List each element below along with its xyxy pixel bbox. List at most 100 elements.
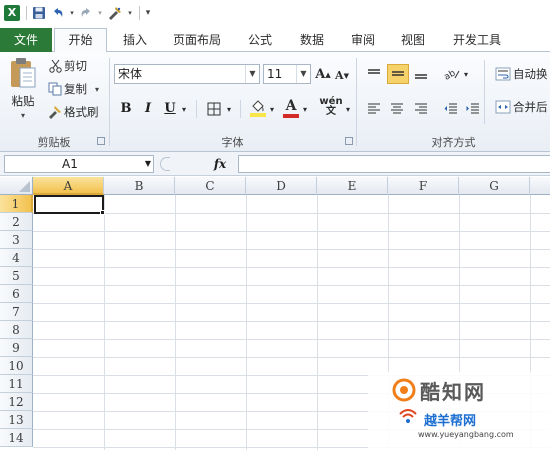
wrap-text-icon[interactable] bbox=[494, 65, 512, 83]
format-painter-icon[interactable] bbox=[106, 3, 124, 23]
wrap-text-button[interactable]: 自动换 bbox=[513, 65, 550, 83]
paste-button[interactable]: 粘贴 bbox=[6, 93, 40, 109]
copy-icon[interactable] bbox=[48, 81, 62, 97]
watermark-brand-text: 酷知网 bbox=[420, 380, 486, 404]
row-header-4[interactable]: 4 bbox=[0, 249, 33, 267]
copy-button[interactable]: 复制 bbox=[64, 81, 92, 97]
redo-dropdown-icon[interactable]: ▾ bbox=[96, 3, 104, 23]
redo-icon[interactable] bbox=[78, 3, 94, 23]
active-cell-a1[interactable] bbox=[34, 195, 104, 214]
save-icon[interactable] bbox=[30, 3, 48, 23]
row-header-9[interactable]: 9 bbox=[0, 339, 33, 357]
phonetic-dropdown-icon[interactable]: ▾ bbox=[344, 100, 352, 118]
formula-bar-grip-icon[interactable] bbox=[160, 157, 170, 171]
fill-handle[interactable] bbox=[100, 210, 105, 215]
row-header-12[interactable]: 12 bbox=[0, 393, 33, 411]
decrease-indent-icon[interactable] bbox=[441, 98, 461, 118]
copy-dropdown-icon[interactable]: ▾ bbox=[93, 81, 101, 97]
align-middle-icon[interactable] bbox=[387, 64, 409, 84]
name-box[interactable]: A1 ▼ bbox=[4, 155, 154, 173]
format-painter-button[interactable]: 格式刷 bbox=[64, 104, 104, 120]
column-header-g[interactable]: G bbox=[459, 177, 530, 195]
tab-developer[interactable]: 开发工具 bbox=[444, 29, 510, 52]
column-header-d[interactable]: D bbox=[246, 177, 317, 195]
format-painter-dropdown-icon[interactable]: ▾ bbox=[126, 3, 134, 23]
row-header-6[interactable]: 6 bbox=[0, 285, 33, 303]
formula-input[interactable] bbox=[238, 155, 550, 173]
column-header-a[interactable]: A bbox=[33, 177, 104, 195]
align-right-icon[interactable] bbox=[411, 98, 431, 118]
cut-button[interactable]: 剪切 bbox=[64, 58, 92, 74]
font-name-combo[interactable]: 宋体 ▼ bbox=[114, 64, 260, 84]
clipboard-dialog-launcher-icon[interactable] bbox=[97, 137, 105, 145]
row-header-7[interactable]: 7 bbox=[0, 303, 33, 321]
font-color-icon[interactable]: A bbox=[282, 97, 300, 119]
decrease-font-size-icon[interactable]: A ▼ bbox=[334, 66, 350, 84]
column-header-c[interactable]: C bbox=[175, 177, 246, 195]
select-all-corner[interactable] bbox=[0, 177, 33, 195]
row-header-11[interactable]: 11 bbox=[0, 375, 33, 393]
text-orientation-dropdown-icon[interactable]: ▾ bbox=[462, 64, 470, 84]
insert-function-button[interactable]: fx bbox=[206, 155, 234, 173]
row-header-1[interactable]: 1 bbox=[0, 195, 33, 213]
bold-button[interactable]: B bbox=[117, 100, 135, 118]
watermark: 酷知网 越羊帮网 www.yueyangbang.com bbox=[368, 372, 550, 450]
format-painter-brush-icon[interactable] bbox=[48, 104, 62, 120]
quick-access-toolbar: X ▾ ▾ ▾ ▾ bbox=[0, 0, 550, 26]
increase-font-size-icon[interactable]: A ▲ bbox=[314, 65, 332, 83]
font-name-dropdown-icon[interactable]: ▼ bbox=[245, 65, 259, 83]
excel-logo-icon[interactable]: X bbox=[3, 3, 21, 23]
row-header-2[interactable]: 2 bbox=[0, 213, 33, 231]
font-dialog-launcher-icon[interactable] bbox=[345, 137, 353, 145]
row-header-8[interactable]: 8 bbox=[0, 321, 33, 339]
row-header-13[interactable]: 13 bbox=[0, 411, 33, 429]
column-header-e[interactable]: E bbox=[317, 177, 388, 195]
undo-icon[interactable] bbox=[50, 3, 66, 23]
undo-dropdown-icon[interactable]: ▾ bbox=[68, 3, 76, 23]
tab-view[interactable]: 视图 bbox=[391, 29, 435, 52]
row-header-3[interactable]: 3 bbox=[0, 231, 33, 249]
fill-color-icon[interactable] bbox=[249, 97, 267, 119]
column-header-f[interactable]: F bbox=[388, 177, 459, 195]
tab-insert[interactable]: 插入 bbox=[113, 29, 157, 52]
tab-page-layout[interactable]: 页面布局 bbox=[164, 29, 230, 52]
font-size-combo[interactable]: 11 ▼ bbox=[263, 64, 311, 84]
merge-center-button[interactable]: 合并后 bbox=[513, 98, 550, 116]
text-orientation-icon[interactable]: ab bbox=[441, 64, 463, 84]
font-size-dropdown-icon[interactable]: ▼ bbox=[296, 65, 310, 83]
paste-icon[interactable] bbox=[6, 56, 40, 92]
alignment-inner-divider bbox=[484, 60, 485, 124]
italic-button[interactable]: I bbox=[139, 100, 157, 118]
tab-home[interactable]: 开始 bbox=[54, 28, 107, 52]
row-header-5[interactable]: 5 bbox=[0, 267, 33, 285]
paste-dropdown-icon[interactable]: ▾ bbox=[17, 110, 29, 120]
underline-dropdown-icon[interactable]: ▾ bbox=[180, 100, 188, 118]
font-size-value: 11 bbox=[267, 67, 283, 81]
customize-qat-icon[interactable]: ▾ bbox=[143, 3, 153, 23]
ribbon-home: 粘贴 ▾ 剪切 复制 ▾ 格式刷 剪贴板 宋体 ▼ 11 ▼ A ▲ A ▼ B I… bbox=[0, 52, 550, 152]
align-top-icon[interactable] bbox=[364, 64, 384, 84]
increase-indent-icon[interactable] bbox=[463, 98, 483, 118]
group-label-alignment: 对齐方式 bbox=[431, 136, 476, 149]
align-bottom-icon[interactable] bbox=[411, 64, 431, 84]
fill-color-dropdown-icon[interactable]: ▾ bbox=[268, 100, 276, 118]
tab-data[interactable]: 数据 bbox=[290, 29, 334, 52]
align-left-icon[interactable] bbox=[364, 98, 384, 118]
merge-center-icon[interactable] bbox=[494, 98, 512, 116]
column-header-b[interactable]: B bbox=[104, 177, 175, 195]
tab-formulas[interactable]: 公式 bbox=[238, 29, 282, 52]
borders-icon[interactable] bbox=[205, 100, 223, 118]
qat-divider bbox=[26, 6, 27, 20]
phonetic-guide-icon[interactable]: wén 文 bbox=[319, 96, 343, 118]
cut-icon[interactable] bbox=[48, 58, 62, 74]
name-box-dropdown-icon[interactable]: ▼ bbox=[145, 156, 151, 172]
align-center-icon[interactable] bbox=[387, 98, 407, 118]
row-header-10[interactable]: 10 bbox=[0, 357, 33, 375]
underline-button[interactable]: U bbox=[161, 100, 179, 118]
font-color-dropdown-icon[interactable]: ▾ bbox=[301, 100, 309, 118]
watermark-wifi-icon bbox=[398, 406, 418, 428]
tab-file[interactable]: 文件 bbox=[0, 28, 52, 52]
tab-review[interactable]: 审阅 bbox=[341, 29, 385, 52]
row-header-14[interactable]: 14 bbox=[0, 429, 33, 447]
borders-dropdown-icon[interactable]: ▾ bbox=[225, 100, 233, 118]
